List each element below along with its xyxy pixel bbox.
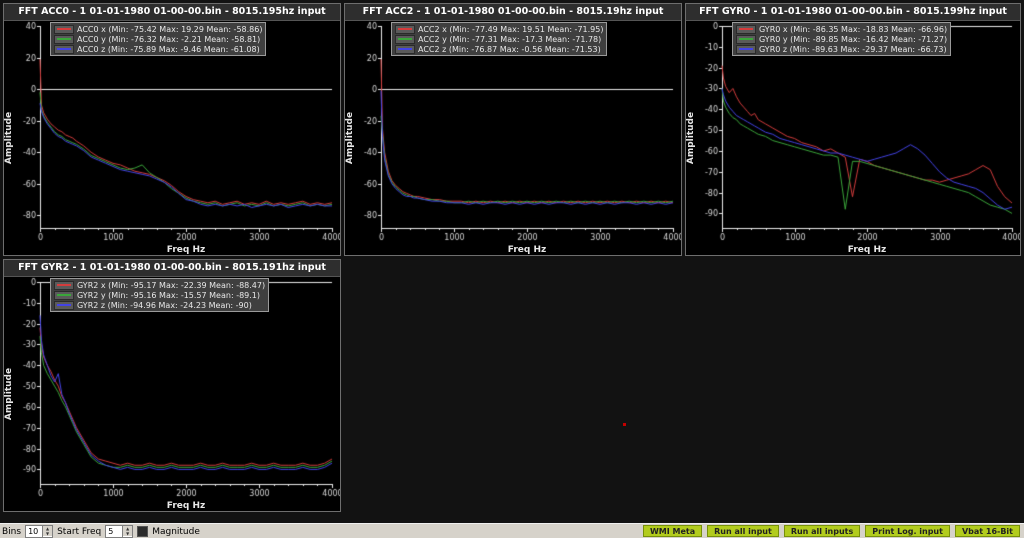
legend-label: ACC0 y (Min: -76.32 Max: -2.21 Mean: -58… [77, 34, 261, 44]
legend-label: ACC2 y (Min: -77.31 Max: -17.3 Mean: -71… [418, 34, 602, 44]
bins-spinner[interactable]: 10 [25, 525, 54, 538]
fft-gyr2-panel: FFT GYR2 - 1 01-01-1980 01-00-00.bin - 8… [3, 259, 341, 512]
start-freq-label: Start Freq [57, 526, 102, 537]
panel-title: FFT GYR2 - 1 01-01-1980 01-00-00.bin - 8… [4, 260, 340, 277]
legend: GYR0 x (Min: -86.35 Max: -18.83 Mean: -6… [732, 22, 952, 56]
legend-item: ACC2 y (Min: -77.31 Max: -17.3 Mean: -71… [395, 34, 603, 44]
bins-label: Bins [2, 526, 22, 537]
y-axis-label: Amplitude [686, 111, 696, 165]
x-axis-label: Freq Hz [166, 501, 206, 511]
fft-acc2-chart [345, 21, 681, 255]
legend-item: ACC0 z (Min: -75.89 Max: -9.46 Mean: -61… [54, 44, 262, 54]
y-axis-label: Amplitude [345, 111, 355, 165]
legend-item: GYR2 z (Min: -94.96 Max: -24.23 Mean: -9… [54, 300, 265, 310]
legend-label: ACC0 x (Min: -75.42 Max: 19.29 Mean: -58… [77, 24, 263, 34]
legend-swatch [54, 300, 74, 310]
start-freq-spin-buttons[interactable] [122, 526, 133, 537]
legend-swatch [395, 44, 415, 54]
legend-label: ACC0 z (Min: -75.89 Max: -9.46 Mean: -61… [77, 44, 260, 54]
start-freq-spinner[interactable]: 5 [105, 525, 134, 538]
legend-item: GYR0 x (Min: -86.35 Max: -18.83 Mean: -6… [736, 24, 947, 34]
legend-label: GYR2 z (Min: -94.96 Max: -24.23 Mean: -9… [77, 300, 252, 310]
fft-acc0-panel: FFT ACC0 - 1 01-01-1980 01-00-00.bin - 8… [3, 3, 341, 256]
wmi-meta-button[interactable]: WMI Meta [642, 525, 703, 537]
fft-gyr0-chart [686, 21, 1020, 255]
plot-area: Amplitude Freq Hz GYR0 x (Min: -86.35 Ma… [686, 21, 1020, 255]
legend: ACC0 x (Min: -75.42 Max: 19.29 Mean: -58… [50, 22, 267, 56]
plot-area: Amplitude Freq Hz GYR2 x (Min: -95.17 Ma… [4, 277, 340, 511]
x-axis-label: Freq Hz [507, 245, 547, 255]
x-axis-label: Freq Hz [847, 245, 887, 255]
legend-item: GYR0 y (Min: -89.85 Max: -16.42 Mean: -7… [736, 34, 947, 44]
spin-down-icon[interactable] [43, 531, 53, 536]
spin-down-icon[interactable] [123, 531, 133, 536]
run-all-input-button[interactable]: Run all input [707, 525, 779, 537]
bins-value[interactable]: 10 [26, 526, 42, 537]
legend-label: ACC2 x (Min: -77.49 Max: 19.51 Mean: -71… [418, 24, 604, 34]
legend-item: GYR0 z (Min: -89.63 Max: -29.37 Mean: -6… [736, 44, 947, 54]
legend-swatch [736, 34, 756, 44]
legend-item: ACC2 x (Min: -77.49 Max: 19.51 Mean: -71… [395, 24, 603, 34]
fft-gyr2-chart [4, 277, 340, 511]
panel-title: FFT ACC0 - 1 01-01-1980 01-00-00.bin - 8… [4, 4, 340, 21]
legend-swatch [54, 24, 74, 34]
legend-swatch [736, 44, 756, 54]
magnitude-checkbox[interactable] [137, 526, 149, 537]
y-axis-label: Amplitude [4, 111, 14, 165]
run-all-inputs-button[interactable]: Run all inputs [783, 525, 861, 537]
legend-item: ACC2 z (Min: -76.87 Max: -0.56 Mean: -71… [395, 44, 603, 54]
legend-item: GYR2 y (Min: -95.16 Max: -15.57 Mean: -8… [54, 290, 265, 300]
legend-label: ACC2 z (Min: -76.87 Max: -0.56 Mean: -71… [418, 44, 601, 54]
fft-gyr0-panel: FFT GYR0 - 1 01-01-1980 01-00-00.bin - 8… [685, 3, 1021, 256]
legend-label: GYR0 y (Min: -89.85 Max: -16.42 Mean: -7… [759, 34, 948, 44]
legend-swatch [395, 34, 415, 44]
legend: ACC2 x (Min: -77.49 Max: 19.51 Mean: -71… [391, 22, 608, 56]
print-log-input-button[interactable]: Print Log. input [865, 525, 950, 537]
legend-label: GYR2 y (Min: -95.16 Max: -15.57 Mean: -8… [77, 290, 261, 300]
y-axis-label: Amplitude [4, 367, 14, 421]
legend-swatch [736, 24, 756, 34]
x-axis-label: Freq Hz [166, 245, 206, 255]
bottom-toolbar: Bins 10 Start Freq 5 Magnitude WMI Meta … [0, 523, 1024, 538]
plot-area: Amplitude Freq Hz ACC2 x (Min: -77.49 Ma… [345, 21, 681, 255]
panel-title: FFT GYR0 - 1 01-01-1980 01-00-00.bin - 8… [686, 4, 1020, 21]
legend-item: GYR2 x (Min: -95.17 Max: -22.39 Mean: -8… [54, 280, 265, 290]
panel-title: FFT ACC2 - 1 01-01-1980 01-00-00.bin - 8… [345, 4, 681, 21]
legend-label: GYR0 x (Min: -86.35 Max: -18.83 Mean: -6… [759, 24, 948, 34]
fft-acc2-panel: FFT ACC2 - 1 01-01-1980 01-00-00.bin - 8… [344, 3, 682, 256]
start-freq-value[interactable]: 5 [106, 526, 122, 537]
fft-acc0-chart [4, 21, 340, 255]
legend-label: GYR0 z (Min: -89.63 Max: -29.37 Mean: -6… [759, 44, 947, 54]
legend-swatch [54, 280, 74, 290]
vbat-16bit-button[interactable]: Vbat 16-Bit [954, 525, 1020, 537]
legend-swatch [54, 290, 74, 300]
bins-spin-buttons[interactable] [42, 526, 53, 537]
magnitude-label: Magnitude [152, 526, 200, 537]
legend-item: ACC0 x (Min: -75.42 Max: 19.29 Mean: -58… [54, 24, 262, 34]
legend-item: ACC0 y (Min: -76.32 Max: -2.21 Mean: -58… [54, 34, 262, 44]
legend-label: GYR2 x (Min: -95.17 Max: -22.39 Mean: -8… [77, 280, 266, 290]
legend: GYR2 x (Min: -95.17 Max: -22.39 Mean: -8… [50, 278, 270, 312]
legend-swatch [54, 44, 74, 54]
legend-swatch [395, 24, 415, 34]
red-pixel-marker [623, 423, 626, 426]
plot-area: Amplitude Freq Hz ACC0 x (Min: -75.42 Ma… [4, 21, 340, 255]
legend-swatch [54, 34, 74, 44]
